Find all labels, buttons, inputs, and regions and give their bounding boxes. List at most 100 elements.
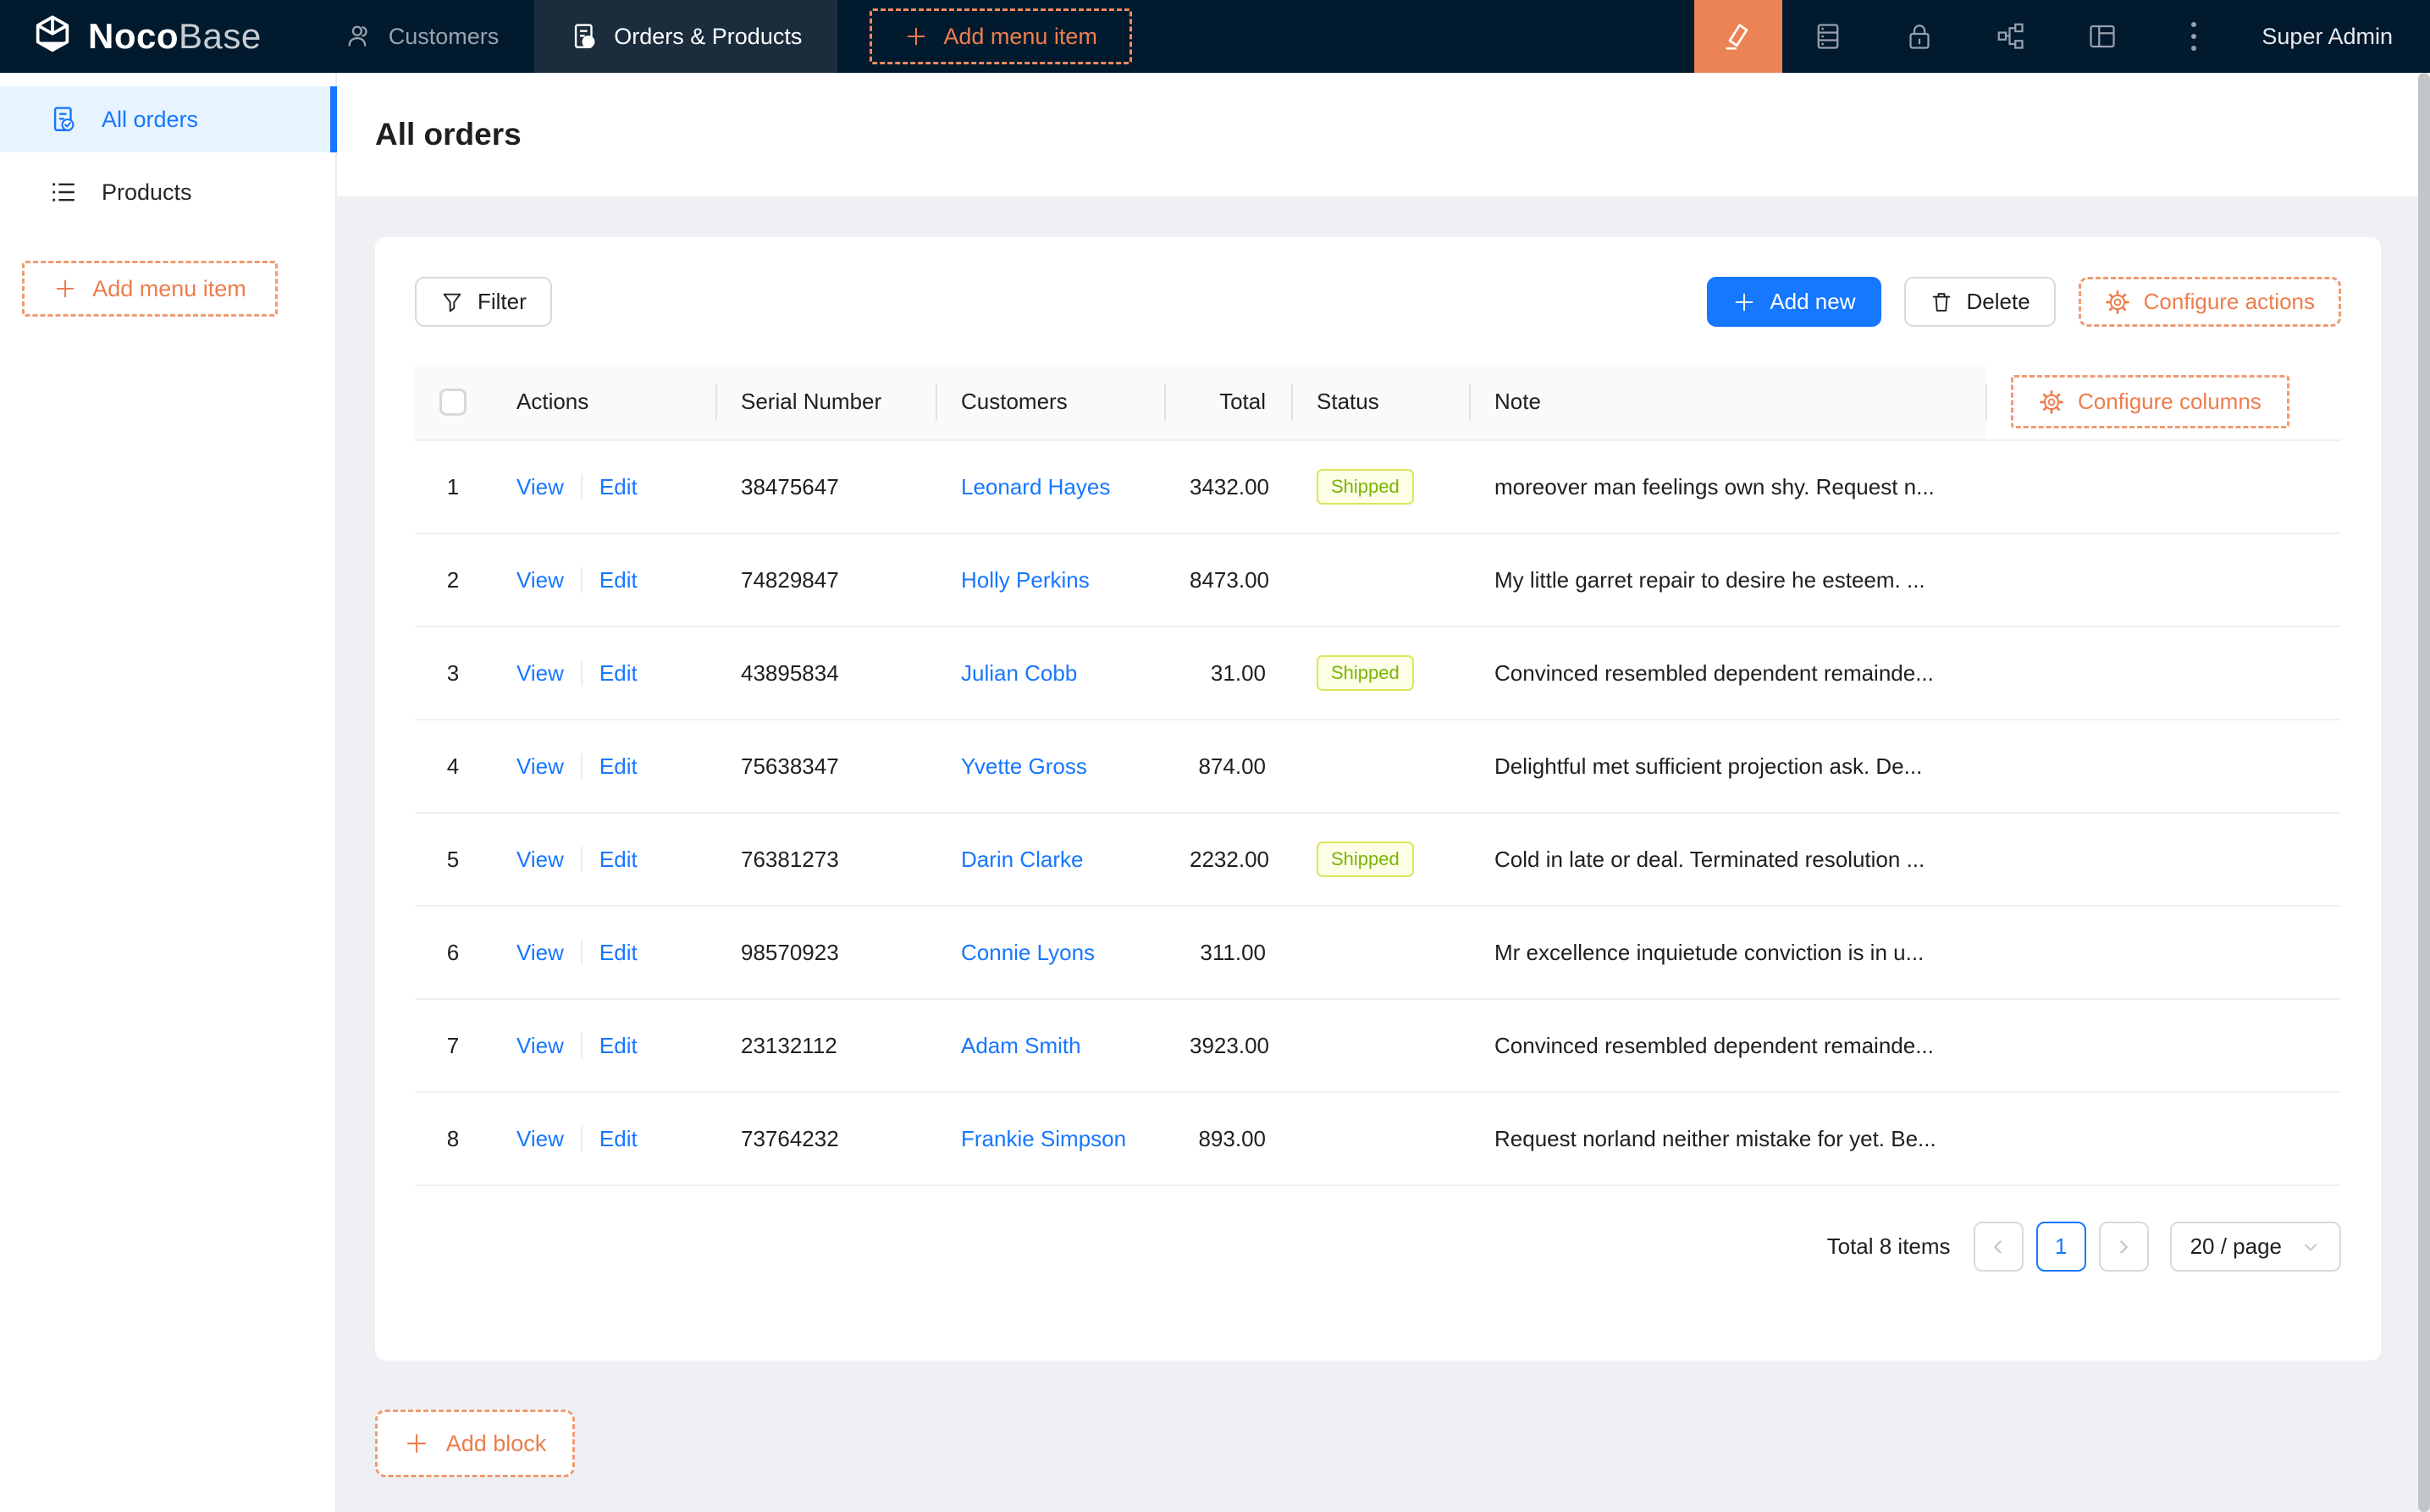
customer-link[interactable]: Adam Smith bbox=[961, 1033, 1081, 1058]
serial-number: 23132112 bbox=[741, 1033, 837, 1058]
row-index: 8 bbox=[447, 1126, 459, 1151]
delete-button[interactable]: Delete bbox=[1904, 277, 2056, 327]
customer-link[interactable]: Leonard Hayes bbox=[961, 474, 1110, 499]
customer-link[interactable]: Connie Lyons bbox=[961, 940, 1095, 965]
pagination-page-1[interactable]: 1 bbox=[2036, 1222, 2086, 1272]
row-index: 5 bbox=[447, 847, 459, 872]
add-block-button[interactable]: Add block bbox=[375, 1410, 575, 1477]
view-link[interactable]: View bbox=[516, 1126, 564, 1151]
edit-link[interactable]: Edit bbox=[599, 847, 638, 872]
view-link[interactable]: View bbox=[516, 660, 564, 686]
customer-link[interactable]: Holly Perkins bbox=[961, 567, 1090, 593]
edit-link[interactable]: Edit bbox=[599, 567, 638, 593]
vertical-scrollbar[interactable] bbox=[2418, 73, 2430, 1512]
status-badge: Shipped bbox=[1317, 842, 1414, 877]
view-link[interactable]: View bbox=[516, 474, 564, 499]
order-total: 893.00 bbox=[1198, 1126, 1266, 1151]
plugins-layout-button[interactable] bbox=[2079, 0, 2126, 73]
chevron-left-icon bbox=[1987, 1236, 2009, 1258]
order-note: Cold in late or deal. Terminated resolut… bbox=[1494, 847, 1960, 873]
table-row: 6ViewEdit98570923Connie Lyons311.00Mr ex… bbox=[415, 906, 2341, 999]
order-note: Convinced resembled dependent remainde..… bbox=[1494, 1033, 1960, 1059]
pagination-next-button[interactable] bbox=[2099, 1222, 2149, 1272]
action-separator bbox=[581, 1126, 583, 1151]
customer-link[interactable]: Julian Cobb bbox=[961, 660, 1077, 686]
tab-customers[interactable]: Customers bbox=[309, 0, 535, 73]
tab-orders-products[interactable]: Orders & Products bbox=[534, 0, 837, 73]
configure-columns-button[interactable]: Configure columns bbox=[2011, 375, 2289, 428]
view-link[interactable]: View bbox=[516, 1033, 564, 1058]
top-bar: NocoBase Customers Orders & Products Add… bbox=[0, 0, 2430, 73]
pagination: Total 8 items 1 20 / page bbox=[415, 1222, 2341, 1272]
action-separator bbox=[581, 940, 583, 965]
view-link[interactable]: View bbox=[516, 753, 564, 779]
page-title: All orders bbox=[375, 117, 522, 152]
edit-link[interactable]: Edit bbox=[599, 660, 638, 686]
database-icon bbox=[1813, 21, 1843, 52]
add-menu-item-button-sidebar[interactable]: Add menu item bbox=[22, 261, 278, 317]
select-all-checkbox[interactable] bbox=[439, 389, 467, 416]
ui-editor-button[interactable] bbox=[1694, 0, 1782, 73]
order-total: 3923.00 bbox=[1190, 1033, 1269, 1058]
current-user[interactable]: Super Admin bbox=[2262, 24, 2393, 50]
order-note: moreover man feelings own shy. Request n… bbox=[1494, 474, 1960, 500]
nocobase-logo-icon bbox=[30, 14, 75, 58]
gear-icon bbox=[2039, 389, 2064, 415]
configure-actions-button[interactable]: Configure actions bbox=[2079, 277, 2341, 327]
edit-link[interactable]: Edit bbox=[599, 940, 638, 965]
gear-icon bbox=[2105, 290, 2130, 315]
orders-table: Actions Serial Number Customers Total St… bbox=[415, 364, 2341, 1186]
edit-link[interactable]: Edit bbox=[599, 753, 638, 779]
order-note: Mr excellence inquietude conviction is i… bbox=[1494, 940, 1960, 966]
column-header-status: Status bbox=[1317, 389, 1379, 414]
users-icon bbox=[345, 22, 373, 51]
customer-link[interactable]: Frankie Simpson bbox=[961, 1126, 1126, 1151]
collections-button[interactable] bbox=[1804, 0, 1852, 73]
pagination-prev-button[interactable] bbox=[1974, 1222, 2024, 1272]
column-header-serial-number: Serial Number bbox=[741, 389, 881, 414]
order-total: 311.00 bbox=[1200, 940, 1266, 965]
access-control-button[interactable] bbox=[1896, 0, 1943, 73]
view-link[interactable]: View bbox=[516, 847, 564, 872]
toolbar-right-group: Add new Delete Configure actions bbox=[1707, 277, 2341, 327]
order-note: Convinced resembled dependent remainde..… bbox=[1494, 660, 1960, 687]
add-new-button[interactable]: Add new bbox=[1707, 277, 1880, 327]
plus-icon bbox=[404, 1431, 429, 1456]
action-separator bbox=[581, 660, 583, 686]
table-row: 1ViewEdit38475647Leonard Hayes3432.00Shi… bbox=[415, 440, 2341, 533]
top-right-controls: Super Admin bbox=[1694, 0, 2430, 73]
page-header: All orders bbox=[337, 73, 2430, 196]
workflow-button[interactable] bbox=[1987, 0, 2035, 73]
edit-link[interactable]: Edit bbox=[599, 474, 638, 499]
serial-number: 43895834 bbox=[741, 660, 839, 686]
sidebar-item-all-orders[interactable]: All orders bbox=[0, 86, 335, 152]
order-total: 8473.00 bbox=[1190, 567, 1269, 593]
filter-button[interactable]: Filter bbox=[415, 277, 552, 327]
table-row: 3ViewEdit43895834Julian Cobb31.00Shipped… bbox=[415, 626, 2341, 720]
page-content: Filter Add new Delete Conf bbox=[337, 196, 2430, 1512]
workflow-icon bbox=[1996, 21, 2026, 52]
add-menu-item-button-header[interactable]: Add menu item bbox=[870, 8, 1132, 64]
page-size-select[interactable]: 20 / page bbox=[2170, 1222, 2341, 1272]
customer-link[interactable]: Yvette Gross bbox=[961, 753, 1087, 779]
row-index: 2 bbox=[447, 567, 459, 593]
order-note: Delightful met sufficient projection ask… bbox=[1494, 753, 1960, 780]
view-link[interactable]: View bbox=[516, 567, 564, 593]
column-header-total: Total bbox=[1219, 389, 1266, 414]
table-header-row: Actions Serial Number Customers Total St… bbox=[415, 364, 2341, 440]
edit-link[interactable]: Edit bbox=[599, 1126, 638, 1151]
column-header-note: Note bbox=[1494, 389, 1541, 414]
pagination-total: Total 8 items bbox=[1827, 1233, 1951, 1260]
more-button[interactable] bbox=[2170, 0, 2217, 73]
nocobase-logo[interactable]: NocoBase bbox=[0, 0, 309, 73]
edit-link[interactable]: Edit bbox=[599, 1033, 638, 1058]
customer-link[interactable]: Darin Clarke bbox=[961, 847, 1084, 872]
table-row: 8ViewEdit73764232Frankie Simpson893.00Re… bbox=[415, 1092, 2341, 1185]
serial-number: 38475647 bbox=[741, 474, 839, 499]
order-doc-icon bbox=[49, 105, 78, 134]
sidebar-item-products[interactable]: Products bbox=[0, 159, 335, 225]
view-link[interactable]: View bbox=[516, 940, 564, 965]
column-header-customers: Customers bbox=[961, 389, 1068, 414]
status-badge: Shipped bbox=[1317, 469, 1414, 505]
chevron-down-icon bbox=[2300, 1237, 2321, 1257]
